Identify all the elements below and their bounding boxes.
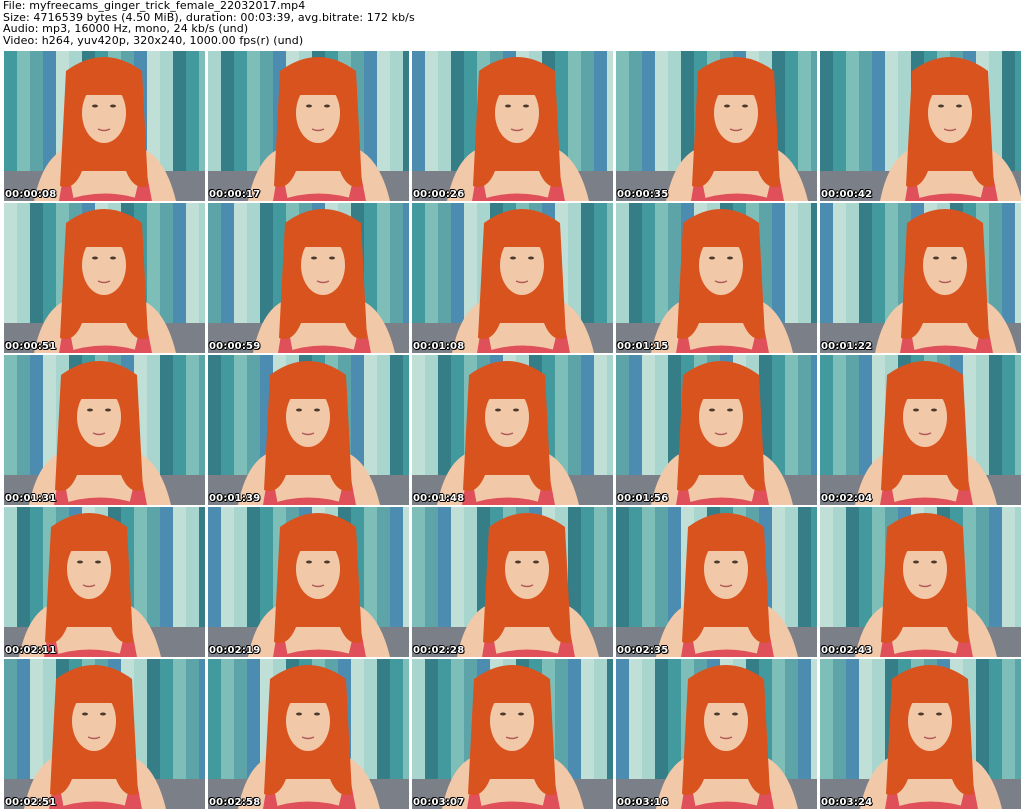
video-frame-thumbnail: 00:02:35 bbox=[616, 507, 817, 657]
file-name-line: File: myfreecams_ginger_trick_female_220… bbox=[3, 0, 306, 12]
frame-timestamp: 00:01:15 bbox=[617, 341, 669, 352]
frame-timestamp: 00:00:17 bbox=[209, 189, 261, 200]
frame-timestamp: 00:03:16 bbox=[617, 797, 669, 808]
frame-timestamp: 00:02:28 bbox=[413, 645, 465, 656]
frame-timestamp: 00:01:31 bbox=[5, 493, 57, 504]
frame-timestamp: 00:00:08 bbox=[5, 189, 57, 200]
video-frame-thumbnail: 00:00:51 bbox=[4, 203, 205, 353]
frame-timestamp: 00:02:51 bbox=[5, 797, 57, 808]
frame-timestamp: 00:00:51 bbox=[5, 341, 57, 352]
frame-timestamp: 00:00:26 bbox=[413, 189, 465, 200]
frame-timestamp: 00:02:19 bbox=[209, 645, 261, 656]
video-frame-thumbnail: 00:02:28 bbox=[412, 507, 613, 657]
frame-timestamp: 00:01:08 bbox=[413, 341, 465, 352]
video-frame-thumbnail: 00:02:04 bbox=[820, 355, 1021, 505]
frame-timestamp: 00:01:56 bbox=[617, 493, 669, 504]
frame-timestamp: 00:03:07 bbox=[413, 797, 465, 808]
video-frame-thumbnail: 00:01:48 bbox=[412, 355, 613, 505]
video-info-line: Video: h264, yuv420p, 320x240, 1000.00 f… bbox=[3, 33, 304, 47]
frame-timestamp: 00:00:59 bbox=[209, 341, 261, 352]
video-frame-thumbnail: 00:00:17 bbox=[208, 51, 409, 201]
frame-timestamp: 00:01:48 bbox=[413, 493, 465, 504]
video-frame-thumbnail: 00:01:31 bbox=[4, 355, 205, 505]
frame-timestamp: 00:02:43 bbox=[821, 645, 873, 656]
video-frame-thumbnail: 00:02:11 bbox=[4, 507, 205, 657]
video-frame-thumbnail: 00:01:56 bbox=[616, 355, 817, 505]
video-frame-thumbnail: 00:02:43 bbox=[820, 507, 1021, 657]
frame-timestamp: 00:02:35 bbox=[617, 645, 669, 656]
frame-timestamp: 00:02:11 bbox=[5, 645, 57, 656]
video-frame-thumbnail: 00:01:15 bbox=[616, 203, 817, 353]
frame-timestamp: 00:02:58 bbox=[209, 797, 261, 808]
frame-timestamp: 00:01:22 bbox=[821, 341, 873, 352]
audio-info-line: Audio: mp3, 16000 Hz, mono, 24 kb/s (und… bbox=[3, 22, 249, 35]
video-frame-thumbnail: 00:01:08 bbox=[412, 203, 613, 353]
video-frame-thumbnail: 00:03:24 bbox=[820, 659, 1021, 809]
video-frame-thumbnail: 00:00:26 bbox=[412, 51, 613, 201]
frame-timestamp: 00:01:39 bbox=[209, 493, 261, 504]
file-info-header: File: myfreecams_ginger_trick_female_220… bbox=[3, 0, 415, 46]
frame-timestamp: 00:03:24 bbox=[821, 797, 873, 808]
video-frame-thumbnail: 00:01:22 bbox=[820, 203, 1021, 353]
video-frame-thumbnail: 00:02:19 bbox=[208, 507, 409, 657]
video-frame-thumbnail: 00:03:16 bbox=[616, 659, 817, 809]
video-frame-thumbnail: 00:00:59 bbox=[208, 203, 409, 353]
frame-timestamp: 00:00:42 bbox=[821, 189, 873, 200]
video-frame-thumbnail: 00:00:42 bbox=[820, 51, 1021, 201]
video-frame-thumbnail: 00:02:51 bbox=[4, 659, 205, 809]
thumbnail-grid: 00:00:08 00:00:17 00:00:26 00:00:35 00:0… bbox=[4, 51, 1021, 809]
video-frame-thumbnail: 00:02:58 bbox=[208, 659, 409, 809]
frame-timestamp: 00:00:35 bbox=[617, 189, 669, 200]
video-frame-thumbnail: 00:01:39 bbox=[208, 355, 409, 505]
video-frame-thumbnail: 00:03:07 bbox=[412, 659, 613, 809]
video-frame-thumbnail: 00:00:08 bbox=[4, 51, 205, 201]
frame-timestamp: 00:02:04 bbox=[821, 493, 873, 504]
video-frame-thumbnail: 00:00:35 bbox=[616, 51, 817, 201]
